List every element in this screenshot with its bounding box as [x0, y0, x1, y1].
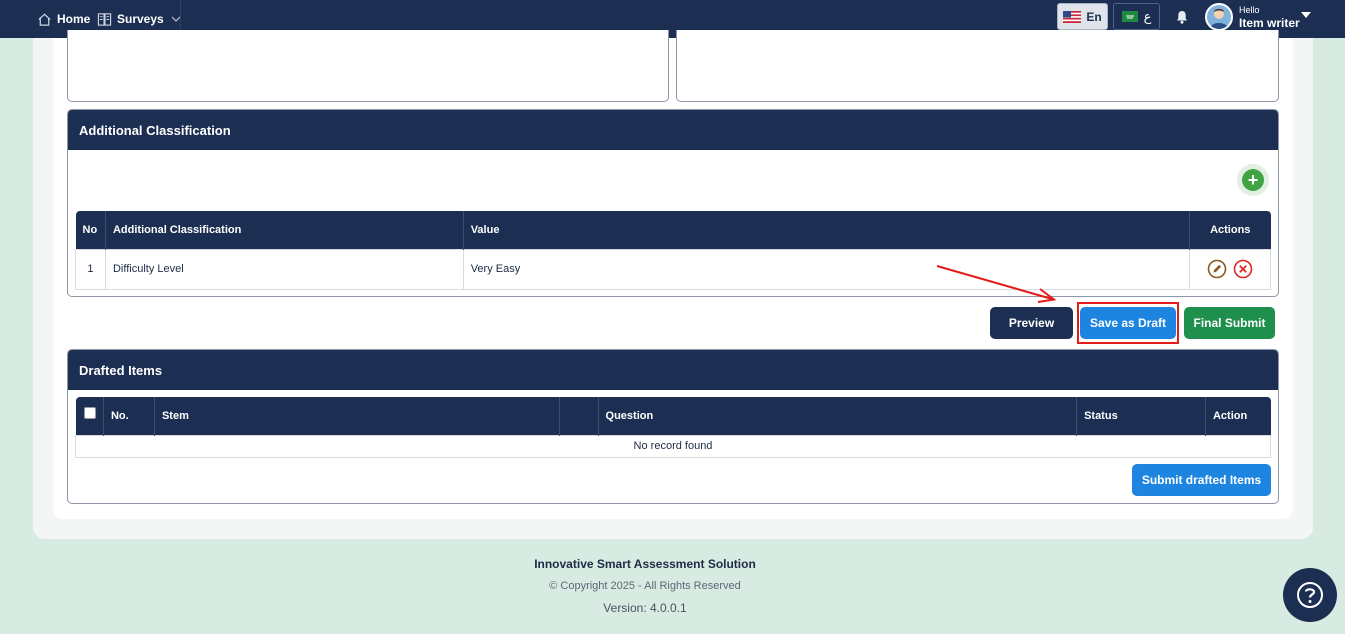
col-action: Action: [1205, 397, 1271, 435]
avatar[interactable]: [1205, 3, 1233, 31]
footer-title: Innovative Smart Assessment Solution: [534, 557, 756, 571]
user-name: Item writer: [1239, 16, 1300, 30]
home-icon: [38, 13, 51, 26]
surveys-icon: [97, 12, 112, 26]
plus-icon: +: [1242, 169, 1264, 191]
help-button[interactable]: [1283, 568, 1337, 622]
us-flag-icon: [1063, 10, 1082, 23]
additional-classification-title: Additional Classification: [68, 110, 1278, 150]
language-en-button[interactable]: En: [1057, 3, 1108, 30]
col-question: Question: [598, 397, 1078, 435]
col-actions: Actions: [1189, 211, 1271, 249]
delete-icon[interactable]: [1233, 259, 1253, 279]
row-value: Very Easy: [462, 248, 1191, 290]
upper-left-box: [67, 30, 669, 102]
col-stem: Stem: [154, 397, 560, 435]
col-status: Status: [1076, 397, 1206, 435]
annotation-arrow: [936, 265, 1057, 303]
checkbox[interactable]: [83, 406, 96, 419]
user-greeting: Hello: [1239, 5, 1260, 15]
row-no: 1: [75, 248, 106, 290]
table-row: 1 Difficulty Level Very Easy: [75, 248, 1271, 290]
col-blank: [559, 397, 599, 435]
row-actions: [1189, 248, 1271, 290]
user-menu-caret-icon[interactable]: [1301, 12, 1311, 18]
upper-right-box: [676, 30, 1279, 102]
nav-surveys-label: Surveys: [117, 12, 164, 26]
col-value: Value: [463, 211, 1191, 249]
col-no: No.: [103, 397, 155, 435]
drafted-items-title: Drafted Items: [68, 350, 1278, 390]
empty-row: No record found: [75, 434, 1271, 458]
footer-copyright: © Copyright 2025 - All Rights Reserved: [549, 580, 741, 592]
col-additional-classification: Additional Classification: [105, 211, 464, 249]
bell-icon[interactable]: [1174, 9, 1190, 25]
add-classification-button[interactable]: +: [1237, 164, 1269, 196]
submit-drafted-items-button[interactable]: Submit drafted Items: [1132, 464, 1271, 496]
classification-table: No Additional Classification Value Actio…: [75, 211, 1271, 290]
edit-icon[interactable]: [1207, 259, 1227, 279]
col-no: No: [75, 211, 106, 249]
final-submit-button[interactable]: Final Submit: [1184, 307, 1275, 339]
annotation-highlight-box: [1077, 302, 1179, 344]
saudi-flag-icon: [1121, 11, 1138, 22]
nav-home-label: Home: [57, 12, 91, 26]
col-select: [75, 397, 104, 435]
language-ar-label: ع: [1143, 8, 1152, 24]
preview-button[interactable]: Preview: [990, 307, 1073, 339]
classification-table-header: No Additional Classification Value Actio…: [75, 211, 1271, 249]
help-icon: [1297, 582, 1323, 608]
no-record-message: No record found: [75, 434, 1271, 458]
footer-version: Version: 4.0.0.1: [603, 601, 687, 615]
drafted-items-table-header: No. Stem Question Status Action: [75, 397, 1271, 435]
row-classification: Difficulty Level: [104, 248, 464, 290]
language-ar-button[interactable]: ع: [1113, 3, 1160, 30]
user-menu[interactable]: Hello Item writer: [1239, 5, 1300, 30]
drafted-items-table: No. Stem Question Status Action No recor…: [75, 397, 1271, 458]
language-en-label: En: [1086, 9, 1102, 24]
